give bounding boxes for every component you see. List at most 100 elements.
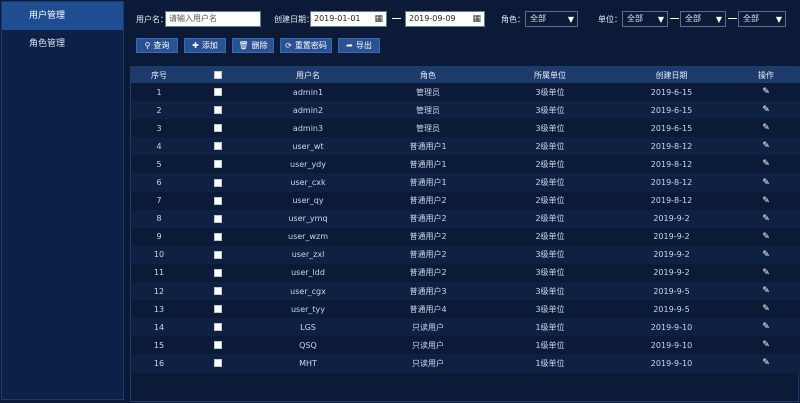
cell-unit: 3级单位 (489, 119, 611, 138)
cell-select (187, 83, 249, 102)
cell-no: 3 (131, 119, 187, 138)
unit-select-2[interactable]: 全部 ▼ (680, 11, 726, 27)
row-checkbox[interactable] (214, 232, 222, 241)
date-end-input[interactable]: 2019-09-09 ▦ (405, 11, 485, 27)
row-checkbox[interactable] (214, 124, 222, 133)
pencil-icon[interactable]: ✎ (762, 196, 770, 206)
unit-select-1[interactable]: 全部 ▼ (622, 11, 668, 27)
row-checkbox[interactable] (214, 250, 222, 259)
pencil-icon[interactable]: ✎ (762, 286, 770, 296)
row-checkbox[interactable] (214, 287, 222, 296)
table-row: 1 admin1 管理员 3级单位 2019-6-15 ✎ (131, 83, 800, 102)
cell-action: ✎ (732, 336, 800, 355)
pencil-icon[interactable]: ✎ (762, 340, 770, 350)
table-row: 12 user_cgx 普通用户3 3级单位 2019-9-5 ✎ (131, 282, 800, 301)
cell-action: ✎ (732, 282, 800, 301)
sidebar-item-role-management[interactable]: 角色管理 (2, 30, 123, 58)
role-select[interactable]: 全部 ▼ (525, 11, 578, 27)
export-button[interactable]: ➦ 导出 (338, 38, 380, 53)
calendar-icon[interactable]: ▦ (472, 14, 481, 24)
cell-select (187, 101, 249, 120)
cell-select (187, 336, 249, 355)
cell-username: user_wt (249, 137, 367, 156)
row-checkbox[interactable] (214, 341, 222, 350)
unit-select-3[interactable]: 全部 ▼ (738, 11, 786, 27)
cell-date: 2019-9-10 (611, 318, 732, 337)
unit-label: 单位： (598, 15, 622, 24)
cell-action: ✎ (732, 209, 800, 228)
table-row: 9 user_wzm 普通用户2 2级单位 2019-9-2 ✎ (131, 227, 800, 246)
cell-no: 13 (131, 300, 187, 319)
table-header-row: 序号 用户名 角色 所属单位 创建日期 操作 (131, 67, 800, 83)
cell-date: 2019-9-10 (611, 336, 732, 355)
select-all-checkbox[interactable] (214, 71, 222, 79)
table-row: 6 user_cxk 普通用户1 2级单位 2019-8-12 ✎ (131, 173, 800, 192)
unit-dash (670, 18, 679, 19)
pencil-icon[interactable]: ✎ (762, 358, 770, 368)
cell-no: 5 (131, 155, 187, 174)
add-button[interactable]: ✚ 添加 (184, 38, 226, 53)
sidebar-item-user-management[interactable]: 用户管理 (2, 2, 123, 30)
cell-no: 8 (131, 209, 187, 228)
row-checkbox[interactable] (214, 305, 222, 314)
row-checkbox[interactable] (214, 323, 222, 332)
username-label: 用户名： (136, 15, 168, 24)
date-start-input[interactable]: 2019-01-01 ▦ (310, 11, 387, 27)
pencil-icon[interactable]: ✎ (762, 250, 770, 260)
row-checkbox[interactable] (214, 359, 222, 368)
cell-date: 2019-9-5 (611, 282, 732, 301)
pencil-icon[interactable]: ✎ (762, 322, 770, 332)
search-icon: ⚲ (144, 41, 151, 50)
cell-unit: 3级单位 (489, 300, 611, 319)
cell-username: user_zxl (249, 245, 367, 264)
pencil-icon[interactable]: ✎ (762, 159, 770, 169)
cell-date: 2019-6-15 (611, 83, 732, 102)
cell-username: QSQ (249, 336, 367, 355)
pencil-icon[interactable]: ✎ (762, 214, 770, 224)
delete-button[interactable]: 🗑 删除 (232, 38, 274, 53)
pencil-icon[interactable]: ✎ (762, 87, 770, 97)
cell-date: 2019-9-2 (611, 227, 732, 246)
cell-username: user_wzm (249, 227, 367, 246)
cell-date: 2019-8-12 (611, 191, 732, 210)
role-label: 角色： (501, 15, 525, 24)
cell-select (187, 227, 249, 246)
cell-select (187, 119, 249, 138)
row-checkbox[interactable] (214, 196, 222, 205)
table-row: 8 user_ymq 普通用户2 2级单位 2019-9-2 ✎ (131, 209, 800, 228)
pencil-icon[interactable]: ✎ (762, 141, 770, 151)
cell-unit: 1级单位 (489, 354, 611, 373)
row-checkbox[interactable] (214, 160, 222, 169)
row-checkbox[interactable] (214, 106, 222, 115)
calendar-icon[interactable]: ▦ (374, 14, 383, 24)
pencil-icon[interactable]: ✎ (762, 232, 770, 242)
cell-action: ✎ (732, 119, 800, 138)
cell-no: 12 (131, 282, 187, 301)
pencil-icon[interactable]: ✎ (762, 105, 770, 115)
row-checkbox[interactable] (214, 268, 222, 277)
cell-username: user_cgx (249, 282, 367, 301)
table-row: 13 user_tyy 普通用户4 3级单位 2019-9-5 ✎ (131, 300, 800, 319)
pencil-icon[interactable]: ✎ (762, 123, 770, 133)
pencil-icon[interactable]: ✎ (762, 304, 770, 314)
cell-action: ✎ (732, 300, 800, 319)
username-input[interactable]: 请输入用户名 (165, 11, 261, 27)
reset-password-button[interactable]: ⟳ 重置密码 (280, 38, 332, 53)
cell-role: 普通用户4 (367, 300, 489, 319)
row-checkbox[interactable] (214, 214, 222, 223)
pencil-icon[interactable]: ✎ (762, 178, 770, 188)
cell-select (187, 137, 249, 156)
cell-select (187, 245, 249, 264)
row-checkbox[interactable] (214, 142, 222, 151)
cell-username: user_cxk (249, 173, 367, 192)
query-button[interactable]: ⚲ 查询 (136, 38, 178, 53)
table-row: 5 user_ydy 普通用户1 2级单位 2019-8-12 ✎ (131, 155, 800, 174)
cell-username: user_ymq (249, 209, 367, 228)
pencil-icon[interactable]: ✎ (762, 268, 770, 278)
row-checkbox[interactable] (214, 88, 222, 97)
row-checkbox[interactable] (214, 178, 222, 187)
filter-bar: 用户名： 请输入用户名 创建日期： 2019-01-01 ▦ 2019-09-0… (130, 1, 799, 61)
cell-no: 1 (131, 83, 187, 102)
cell-date: 2019-8-12 (611, 155, 732, 174)
cell-select (187, 300, 249, 319)
